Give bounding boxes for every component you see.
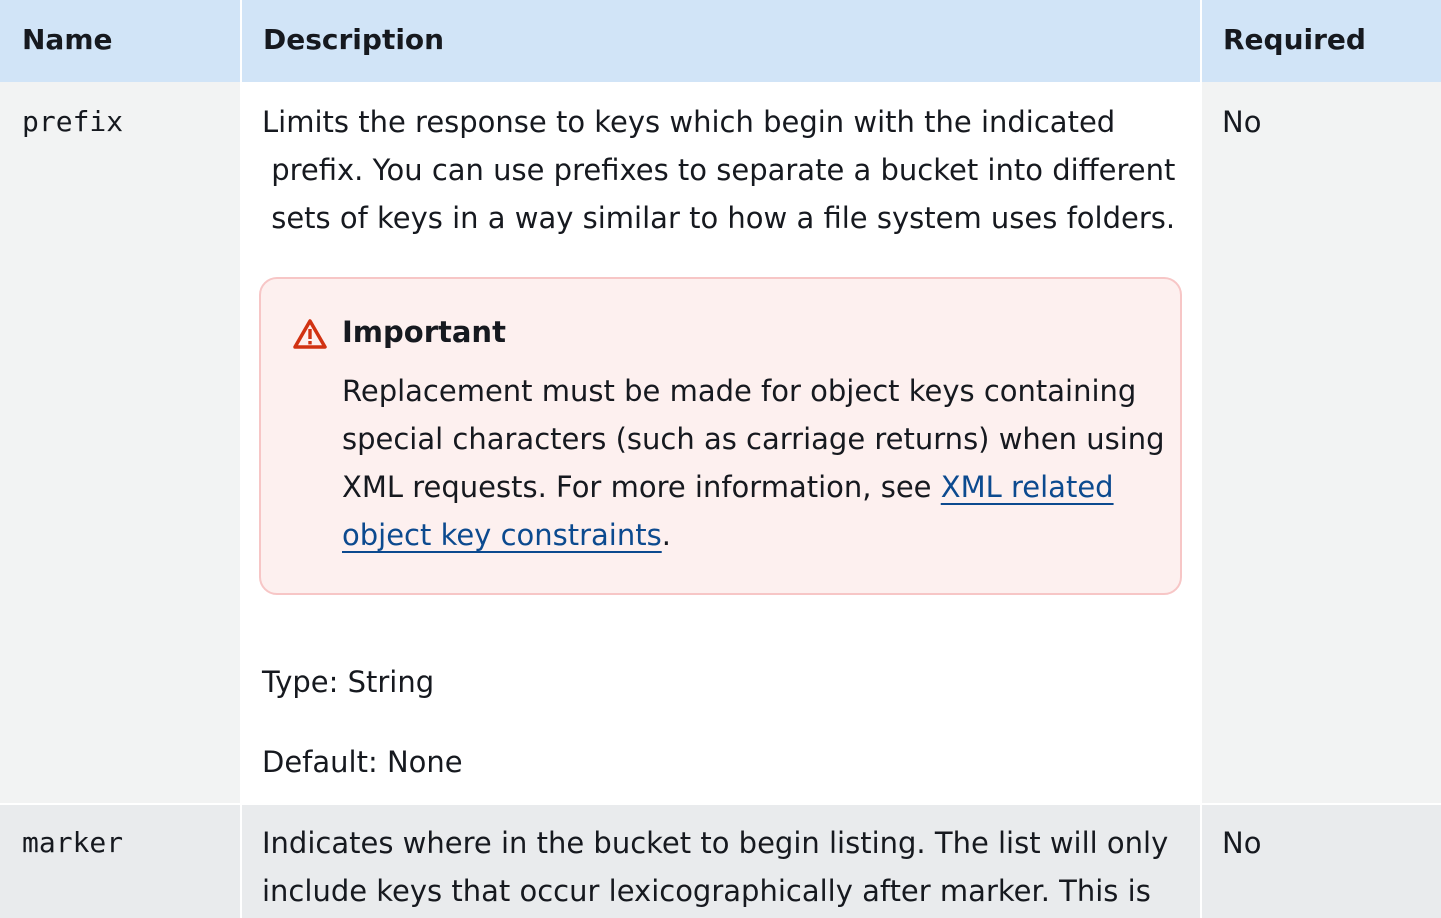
description-line: prefix. You can use prefixes to separate… <box>262 153 1176 187</box>
default-label: Default: None <box>262 745 463 779</box>
xml-constraints-link-cont[interactable]: object key constraints <box>342 518 662 552</box>
warning-triangle-icon <box>293 319 327 349</box>
table-header-row: Name Description Required <box>0 0 1441 82</box>
required-value: No <box>1222 105 1262 139</box>
param-name-marker: marker <box>22 826 124 859</box>
alert-text-line: object key constraints. <box>342 511 671 559</box>
alert-text-line: XML requests. For more information, see … <box>342 463 1114 511</box>
column-header-required: Required <box>1223 23 1366 56</box>
row-divider <box>0 803 1441 805</box>
type-label: Type: String <box>262 665 435 699</box>
description-line: include keys that occur lexicographicall… <box>262 874 1151 908</box>
alert-text-line: special characters (such as carriage ret… <box>342 422 1165 456</box>
required-value: No <box>1222 826 1262 860</box>
alert-text-line: Replacement must be made for object keys… <box>342 374 1137 408</box>
column-divider <box>1200 0 1202 918</box>
xml-constraints-link[interactable]: XML related <box>941 470 1114 504</box>
column-divider <box>240 0 242 918</box>
alert-text-period: . <box>661 518 671 552</box>
description-line: sets of keys in a way similar to how a f… <box>262 201 1176 235</box>
param-name-prefix: prefix <box>22 105 124 138</box>
alert-text: XML requests. For more information, see <box>342 470 941 504</box>
alert-title: Important <box>342 315 506 349</box>
column-header-description: Description <box>263 23 445 56</box>
column-header-name: Name <box>22 23 113 56</box>
description-line: Limits the response to keys which begin … <box>262 105 1116 139</box>
description-line: Indicates where in the bucket to begin l… <box>262 826 1169 860</box>
